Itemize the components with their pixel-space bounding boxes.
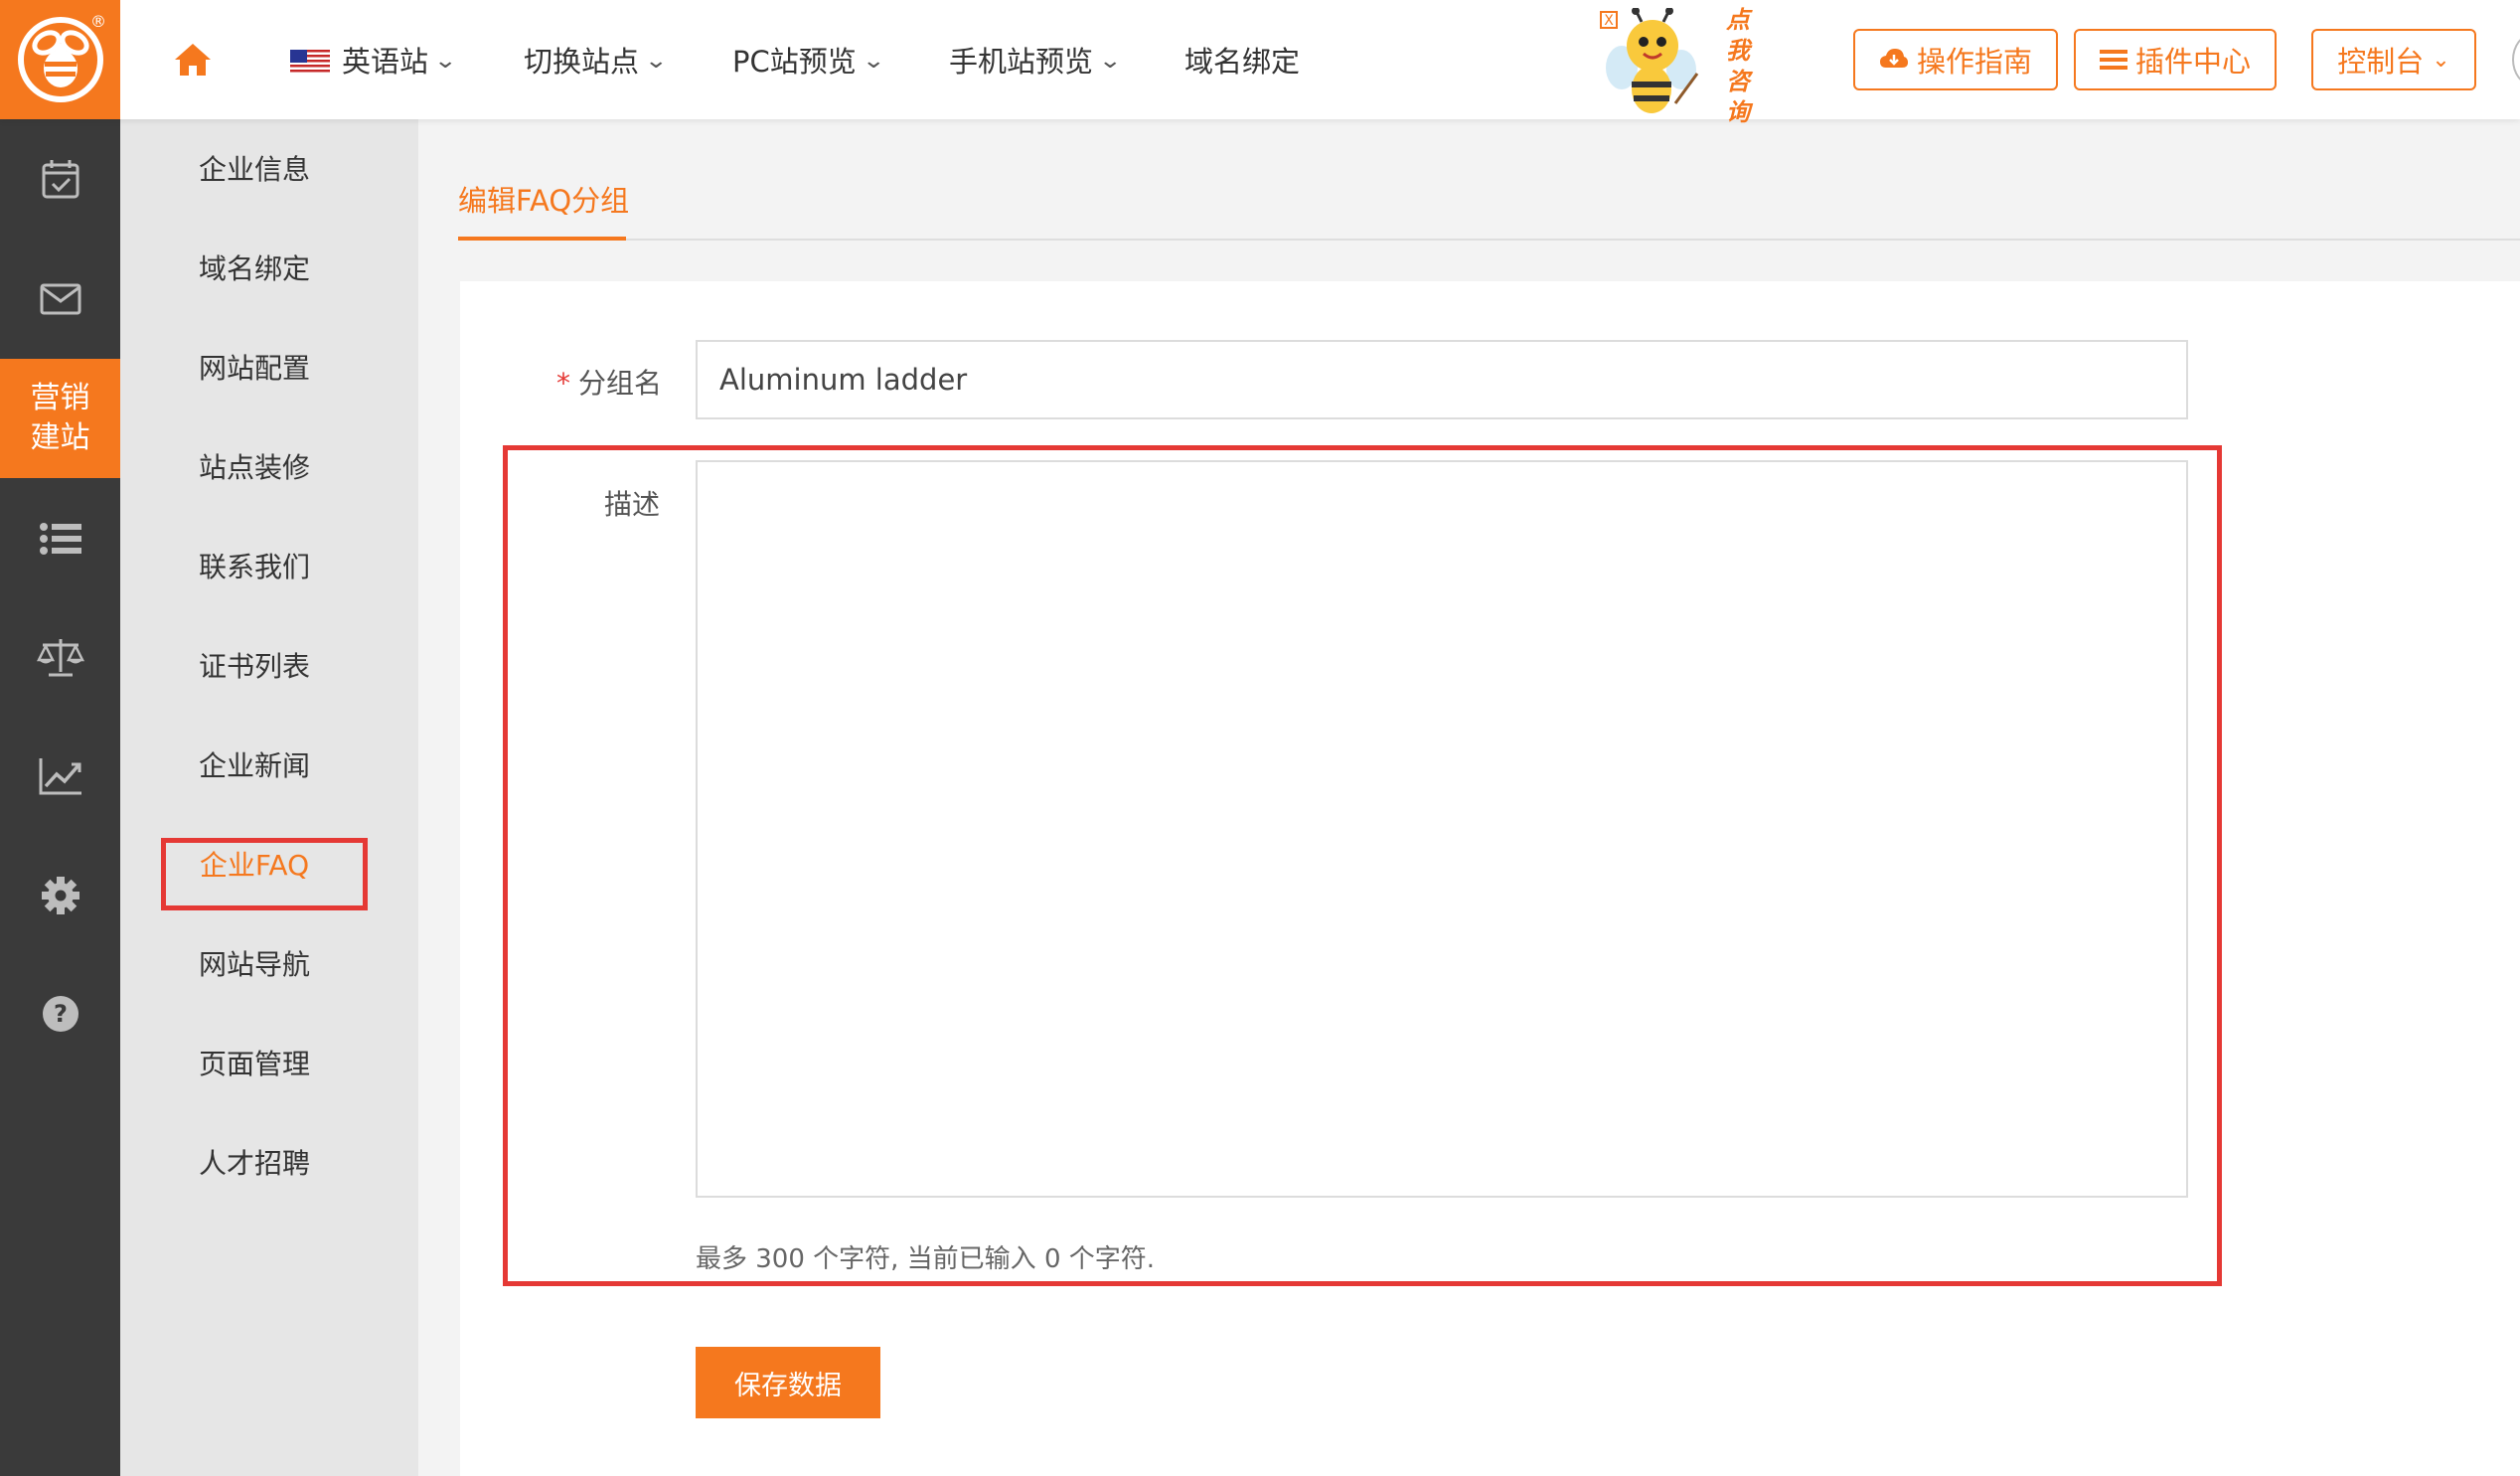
menu-item-company-news[interactable]: 企业新闻	[120, 737, 418, 796]
nav-label: 域名绑定	[1184, 45, 1301, 79]
menu-item-recruitment[interactable]: 人才招聘	[120, 1134, 418, 1194]
mascot-consult-text[interactable]: 点 我 咨 询	[1725, 4, 1751, 127]
menu-item-site-config[interactable]: 网站配置	[120, 339, 418, 399]
mascot-char: 我	[1726, 36, 1750, 65]
nav-label: 英语站	[342, 45, 429, 79]
home-icon[interactable]	[173, 40, 213, 80]
cloud-download-icon	[1879, 48, 1909, 72]
group-name-label: * 分组名	[556, 362, 662, 402]
secondary-menu: 企业信息 域名绑定 网站配置 站点装修 联系我们 证书列表 企业新闻 企业FAQ…	[120, 119, 418, 1476]
menu-item-domain-binding[interactable]: 域名绑定	[120, 240, 418, 299]
marketing-site-label-2: 建站	[30, 420, 90, 455]
description-label: 描述	[604, 488, 661, 521]
top-bar: ® 英语站 ⌄ 切换站点 ⌄ PC站预览 ⌄ 手机站预览 ⌄ 域名绑定 X 点 …	[0, 0, 2520, 126]
bee-logo[interactable]: ®	[0, 0, 120, 119]
menu-item-page-management[interactable]: 页面管理	[120, 1035, 418, 1094]
nav-mobile-preview[interactable]: 手机站预览 ⌄	[949, 40, 1123, 83]
guide-button[interactable]: 操作指南	[1853, 29, 2058, 90]
marketing-site-label-1: 营销	[30, 381, 90, 415]
chevron-down-icon: ⌄	[1098, 49, 1123, 74]
nav-label: 手机站预览	[949, 45, 1094, 79]
avatar[interactable]	[2512, 34, 2520, 85]
nav-switch-site[interactable]: 切换站点 ⌄	[524, 40, 669, 83]
console-label: 控制台	[2337, 45, 2425, 79]
plugin-center-label: 插件中心	[2134, 45, 2251, 79]
help-icon[interactable]: ?	[0, 974, 120, 1054]
chevron-down-icon: ⌄	[433, 49, 458, 74]
guide-label: 操作指南	[1916, 45, 2032, 79]
icon-sidebar: 营销 建站 ?	[0, 119, 120, 1476]
tab-edit-faq-group[interactable]: 编辑FAQ分组	[458, 179, 629, 239]
scale-icon[interactable]	[0, 617, 120, 697]
mascot-char: 点	[1726, 5, 1750, 34]
character-count-hint: 最多 300 个字符, 当前已输入 0 个字符.	[696, 1244, 1156, 1274]
us-flag-icon	[290, 50, 330, 74]
line-chart-icon[interactable]	[0, 737, 120, 816]
nav-label: PC站预览	[732, 45, 857, 79]
gear-icon[interactable]	[0, 856, 120, 935]
list-icon[interactable]	[0, 499, 120, 578]
menu-item-certificates[interactable]: 证书列表	[120, 637, 418, 697]
chevron-down-icon: ⌄	[644, 49, 669, 74]
calendar-check-icon[interactable]	[0, 139, 120, 219]
registered-mark: ®	[90, 12, 106, 31]
active-tab-indicator	[458, 237, 626, 241]
nav-pc-preview[interactable]: PC站预览 ⌄	[732, 40, 885, 83]
description-textarea[interactable]	[696, 460, 2188, 1198]
mascot-char: 询	[1726, 97, 1750, 126]
plugin-center-button[interactable]: 插件中心	[2074, 29, 2277, 90]
svg-text:?: ?	[54, 1000, 68, 1028]
menu-lines-icon	[2099, 48, 2127, 72]
menu-item-contact-us[interactable]: 联系我们	[120, 538, 418, 597]
mail-icon[interactable]	[0, 259, 120, 339]
nav-site-language[interactable]: 英语站 ⌄	[290, 40, 458, 83]
mascot-char: 咨	[1726, 67, 1750, 95]
bee-mascot[interactable]	[1594, 7, 1713, 119]
menu-item-site-navigation[interactable]: 网站导航	[120, 935, 418, 995]
tab-divider	[458, 239, 2520, 241]
chevron-down-icon: ⌄	[861, 49, 885, 74]
menu-item-site-decoration[interactable]: 站点装修	[120, 438, 418, 498]
group-name-input[interactable]	[696, 340, 2188, 419]
required-mark: *	[556, 367, 570, 400]
chevron-down-icon: ⌄	[2432, 47, 2450, 73]
menu-item-company-faq[interactable]: 企业FAQ	[120, 836, 418, 896]
group-name-label-text: 分组名	[578, 367, 663, 400]
save-button[interactable]: 保存数据	[696, 1347, 880, 1418]
nav-domain-binding[interactable]: 域名绑定	[1184, 40, 1300, 83]
console-dropdown-button[interactable]: 控制台 ⌄	[2311, 29, 2476, 90]
marketing-site-nav[interactable]: 营销 建站	[0, 359, 120, 478]
menu-item-company-info[interactable]: 企业信息	[120, 140, 418, 200]
nav-label: 切换站点	[524, 45, 640, 79]
